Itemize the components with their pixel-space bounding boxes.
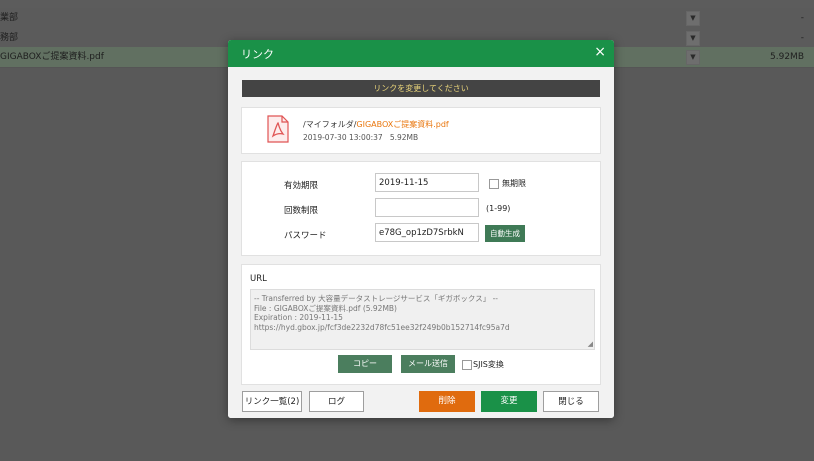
background-file-list: 業部 ▼ - 務部 ▼ - GIGABOXご提案資料.pdf ▼ 5.92MB — [0, 0, 814, 68]
file-size: 5.92MB — [389, 133, 419, 142]
copy-button[interactable]: コピー — [338, 355, 392, 373]
sjis-label: SJIS変換 — [473, 360, 504, 369]
link-settings-card: 有効期限 2019-11-15 無期限 回数制限 (1-99) パスワード e7… — [241, 161, 601, 256]
dialog-title: リンク — [241, 48, 274, 61]
row-name: GIGABOXご提案資料.pdf — [0, 52, 104, 62]
password-input[interactable]: e78G_op1zD7SrbkN — [375, 223, 479, 242]
row-name: 業部 — [0, 13, 19, 23]
count-limit-input[interactable] — [375, 198, 479, 217]
url-text-line: Expiration : 2019-11-15 — [254, 313, 343, 322]
file-info-card: /マイフォルダ/GIGABOXご提案資料.pdf 2019-07-30 13:0… — [241, 107, 601, 154]
chevron-down-icon[interactable]: ▼ — [686, 11, 700, 26]
pdf-file-icon — [267, 115, 289, 143]
resize-handle-icon[interactable]: ◢ — [588, 341, 593, 348]
password-label: パスワード — [284, 231, 327, 241]
chevron-down-icon[interactable]: ▼ — [686, 31, 700, 46]
file-name-link[interactable]: GIGABOXご提案資料.pdf — [356, 120, 448, 129]
link-list-button[interactable]: リンク一覧(2) — [242, 391, 302, 412]
url-label: URL — [250, 274, 267, 284]
row-size: - — [800, 33, 804, 43]
file-path: /マイフォルダ/GIGABOXご提案資料.pdf — [303, 119, 449, 130]
dialog-body: リンクを変更してください /マイフォルダ/GIGABOXご提案資料.pdf 20… — [228, 67, 614, 418]
file-path-prefix: /マイフォルダ/ — [303, 120, 357, 129]
expiry-label: 有効期限 — [284, 181, 319, 191]
row-size: - — [800, 13, 804, 23]
log-button[interactable]: ログ — [309, 391, 364, 412]
unlimited-label: 無期限 — [502, 179, 526, 188]
delete-button[interactable]: 削除 — [419, 391, 475, 412]
file-date: 2019-07-30 13:00:37 — [303, 133, 383, 142]
change-button[interactable]: 変更 — [481, 391, 537, 412]
url-text-line: https://hyd.gbox.jp/fcf3de2232d78fc51ee3… — [254, 323, 510, 332]
file-meta: 2019-07-30 13:00:37 5.92MB — [303, 133, 418, 142]
count-limit-hint: (1-99) — [486, 204, 511, 213]
row-name: 務部 — [0, 33, 19, 43]
url-card: URL -- Transferred by 大容量データストレージサービス「ギガ… — [241, 264, 601, 385]
send-mail-button[interactable]: メール送信 — [401, 355, 455, 373]
url-textarea[interactable]: -- Transferred by 大容量データストレージサービス「ギガボックス… — [250, 289, 595, 350]
chevron-down-icon[interactable]: ▼ — [686, 50, 700, 65]
expiry-date-input[interactable]: 2019-11-15 — [375, 173, 479, 192]
auto-generate-button[interactable]: 自動生成 — [485, 225, 525, 242]
count-limit-label: 回数制限 — [284, 206, 319, 216]
link-dialog: リンク × リンクを変更してください /マイフォルダ/GIGABOXご提案資料.… — [228, 40, 614, 418]
dialog-header: リンク × — [228, 40, 614, 67]
background-row[interactable]: 業部 ▼ - — [0, 8, 814, 29]
notice-banner: リンクを変更してください — [242, 80, 600, 97]
close-button[interactable]: 閉じる — [543, 391, 599, 412]
sjis-checkbox[interactable] — [462, 360, 472, 370]
unlimited-checkbox[interactable] — [489, 179, 499, 189]
close-icon[interactable]: × — [594, 44, 606, 60]
row-size: 5.92MB — [770, 52, 804, 62]
